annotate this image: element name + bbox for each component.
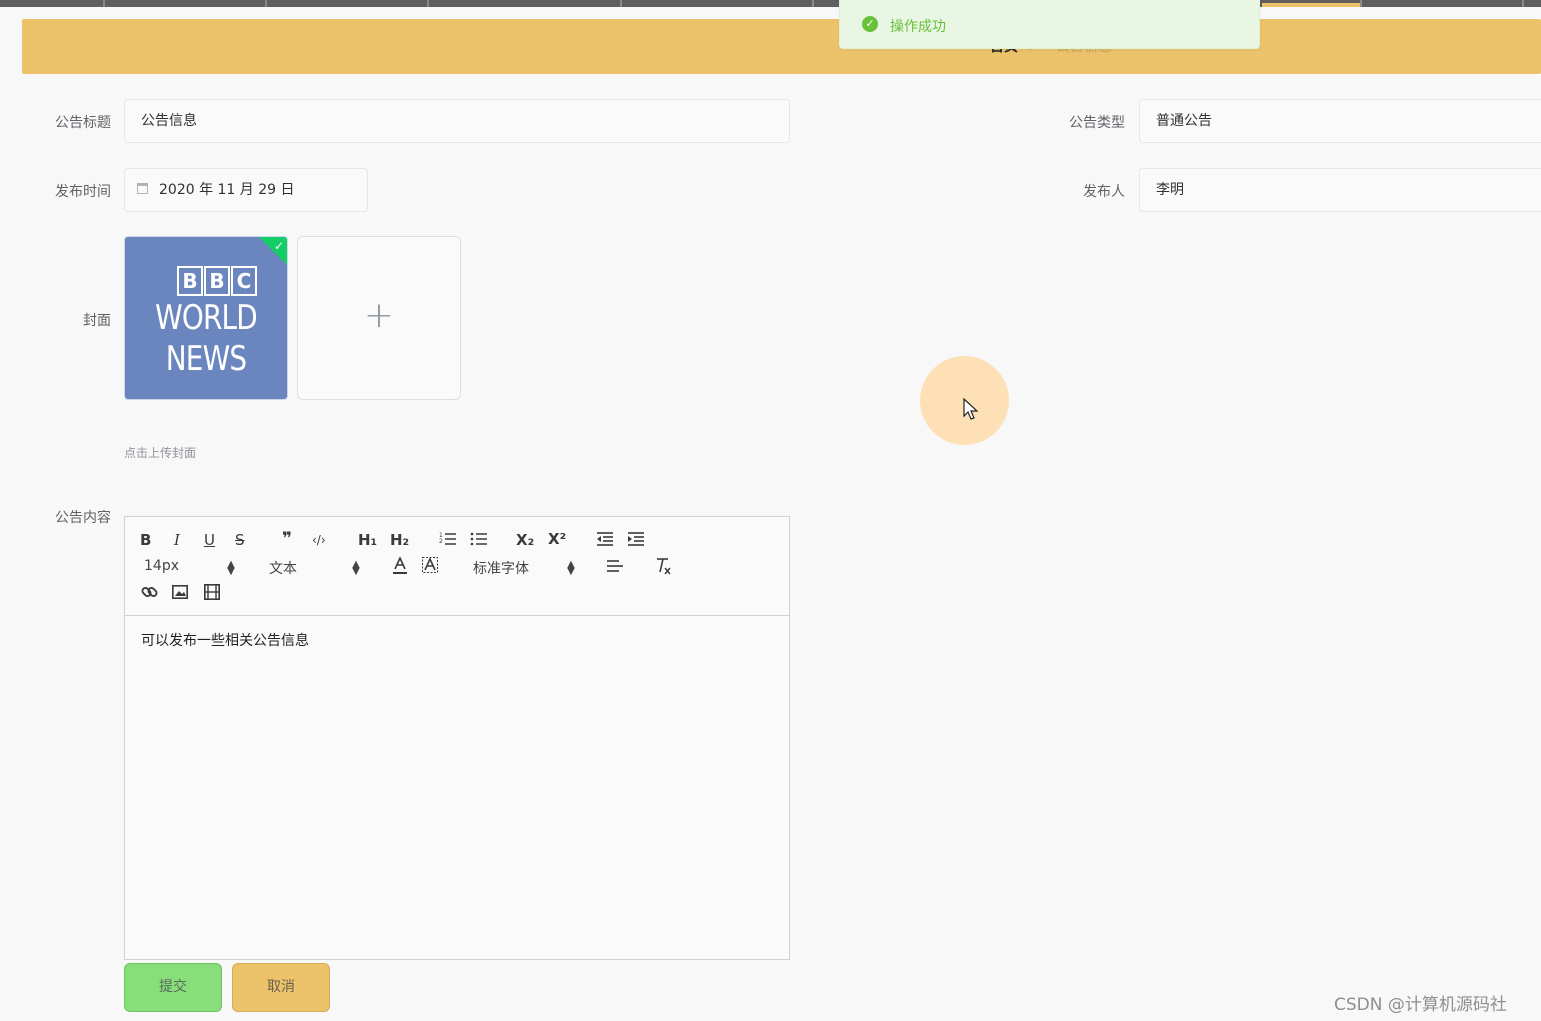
clear-format-icon <box>657 558 671 575</box>
calendar-icon <box>137 183 148 194</box>
blockquote-button[interactable]: ❞ <box>282 530 292 548</box>
date-picker[interactable]: 2020 年 11 月 29 日 <box>124 168 368 212</box>
cover-image[interactable]: B B C WORLD NEWS ✓ <box>124 236 288 400</box>
check-circle-icon: ✓ <box>862 16 878 32</box>
italic-button[interactable]: I <box>174 531 180 549</box>
align-left-icon <box>607 560 623 572</box>
align-button[interactable] <box>606 559 624 577</box>
content-label: 公告内容 <box>55 510 111 526</box>
select-arrows-icon: ▲ ▼ <box>352 559 360 577</box>
title-label: 公告标题 <box>55 115 111 131</box>
watermark: CSDN @计算机源码社 <box>1334 995 1507 1015</box>
tab-separator <box>427 0 429 7</box>
breadcrumb-banner <box>22 19 1541 74</box>
type-label: 公告类型 <box>1069 115 1125 131</box>
font-family-select[interactable]: 标准字体 <box>473 558 529 578</box>
subscript-button[interactable]: X₂ <box>516 531 534 549</box>
tab-separator <box>1360 0 1362 7</box>
clear-format-button[interactable] <box>654 557 672 579</box>
type-input[interactable]: 普通公告 <box>1139 99 1541 143</box>
editor-content[interactable]: 可以发布一些相关公告信息 <box>141 630 309 650</box>
image-button[interactable] <box>172 585 188 603</box>
text-color-button[interactable] <box>392 556 408 579</box>
cancel-button[interactable]: 取消 <box>232 963 330 1012</box>
publisher-label: 发布人 <box>1083 184 1125 200</box>
image-icon <box>172 585 188 599</box>
background-color-button[interactable] <box>422 557 438 579</box>
svg-text:2: 2 <box>439 538 443 545</box>
active-tab-indicator <box>1262 3 1360 7</box>
cover-logo-letter: B <box>204 266 230 296</box>
cover-logo-letter: C <box>231 266 257 296</box>
tab-separator <box>812 0 814 7</box>
tab-separator <box>103 0 105 7</box>
check-icon: ✓ <box>273 239 284 253</box>
underline-button[interactable]: U <box>204 531 215 549</box>
bullet-list-button[interactable] <box>470 531 488 551</box>
tab-separator <box>620 0 622 7</box>
superscript-button[interactable]: X² <box>548 530 566 548</box>
cover-label: 封面 <box>83 313 111 329</box>
title-input[interactable]: 公告信息 <box>124 99 790 143</box>
link-icon <box>141 587 158 597</box>
font-color-icon <box>393 556 407 574</box>
font-size-select[interactable]: 14px <box>144 558 179 574</box>
submit-button[interactable]: 提交 <box>124 963 222 1012</box>
header1-button[interactable]: H₁ <box>358 531 377 549</box>
bold-button[interactable]: B <box>140 531 151 549</box>
strike-button[interactable]: S <box>235 531 245 549</box>
date-label: 发布时间 <box>55 184 111 200</box>
mouse-pointer-icon <box>963 398 979 420</box>
select-arrows-icon: ▲ ▼ <box>567 559 575 577</box>
tab-separator <box>1522 0 1524 7</box>
cover-logo-line1: WORLD <box>155 298 258 338</box>
header-select[interactable]: 文本 <box>269 558 297 578</box>
cover-logo-letter: B <box>177 266 203 296</box>
plus-icon: + <box>363 295 395 336</box>
date-value: 2020 年 11 月 29 日 <box>159 182 295 198</box>
publisher-input[interactable]: 李明 <box>1139 168 1541 212</box>
select-arrows-icon: ▲ ▼ <box>227 559 235 577</box>
upload-tip: 点击上传封面 <box>124 446 197 460</box>
indent-icon <box>628 532 644 546</box>
highlight-color-icon <box>422 557 438 573</box>
outdent-icon <box>597 532 613 546</box>
link-button[interactable] <box>141 584 158 605</box>
video-icon <box>204 584 220 600</box>
cover-logo-line2: NEWS <box>165 339 247 379</box>
ordered-list-icon: 12 <box>439 532 456 545</box>
code-block-button[interactable]: ‹/› <box>312 531 326 549</box>
editor-toolbar: B I U S ❞ ‹/› H₁ H₂ 12 X₂ X² 14px ▲ ▼ 文本 … <box>124 516 790 616</box>
outdent-button[interactable] <box>596 531 614 551</box>
indent-button[interactable] <box>627 531 645 551</box>
bullet-list-icon <box>470 532 487 546</box>
tab-separator <box>265 0 267 7</box>
header2-button[interactable]: H₂ <box>390 531 409 549</box>
ordered-list-button[interactable]: 12 <box>439 531 457 551</box>
toast-message: 操作成功 <box>890 19 946 35</box>
video-button[interactable] <box>204 584 220 604</box>
